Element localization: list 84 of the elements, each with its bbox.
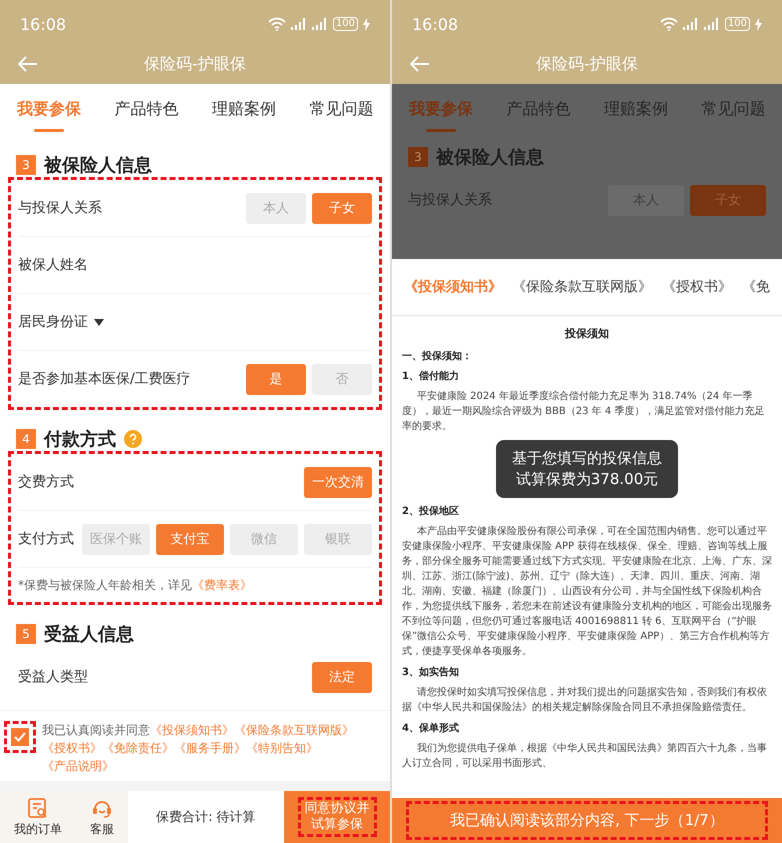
page-title: 保险码-护眼保: [143, 54, 247, 74]
document-link[interactable]: 《产品说明》: [42, 759, 114, 773]
option-button[interactable]: 是: [246, 364, 306, 394]
tab-label: 理赔案例: [602, 98, 669, 120]
tab-label: 产品特色: [505, 98, 572, 120]
tab[interactable]: 产品特色: [110, 88, 182, 132]
document-tab[interactable]: 《授权书》: [662, 278, 732, 296]
document-heading: 2、投保地区: [402, 504, 460, 518]
step-number: 4: [16, 428, 36, 448]
document-link[interactable]: 《服务手册》: [174, 741, 246, 755]
section-title: 受益人信息: [44, 622, 134, 646]
option-button[interactable]: 否: [312, 364, 372, 394]
wifi-icon: [268, 17, 286, 31]
field-label: 是否参加基本医保/工费医疗: [18, 370, 191, 388]
back-icon[interactable]: [18, 56, 38, 72]
battery-indicator: 100: [332, 17, 358, 31]
tab[interactable]: 我要参保: [12, 88, 85, 132]
document-heading: 3、如实告知: [402, 665, 460, 679]
signal-icon: [290, 18, 307, 30]
document-paragraph: 我们为您提供电子保单，根据《中华人民共和国民法典》第四百六十九条，当事人订立合同，可以采用书面形式、: [402, 742, 768, 771]
step-number: 3: [16, 154, 36, 174]
back-icon[interactable]: [410, 56, 430, 72]
field-label: 支付方式: [18, 530, 74, 548]
option-button[interactable]: 银联: [304, 524, 372, 554]
document-link[interactable]: 《授权书》: [42, 741, 102, 755]
premium-total: 保费合计: 待计算: [155, 809, 257, 827]
order-icon: [27, 796, 49, 818]
option-button[interactable]: 法定: [312, 662, 372, 692]
charging-icon: [363, 18, 370, 30]
battery-indicator: 100: [724, 17, 750, 31]
signal-icon: [682, 18, 699, 30]
document-tab[interactable]: 《免: [742, 278, 770, 296]
confirm-button[interactable]: 我已确认阅读该部分内容, 下一步（1/7）: [392, 798, 782, 843]
tab-label: 我要参保: [404, 88, 477, 132]
document-title: 投保须知: [564, 326, 610, 341]
document-tab[interactable]: 《投保须知书》: [404, 278, 502, 296]
tab[interactable]: 理赔案例: [208, 88, 280, 132]
bottom-action[interactable]: 客服: [90, 796, 114, 838]
option-button[interactable]: 本人: [246, 192, 306, 224]
fee-note: *保费与被保险人年龄相关，详见《费率表》: [18, 576, 252, 594]
field-label: 被保人姓名: [18, 256, 88, 274]
tab[interactable]: 常见问题: [305, 88, 378, 132]
signal-icon: [704, 18, 720, 30]
section-title: 被保险人信息: [44, 154, 152, 176]
field-label: 受益人类型: [18, 668, 88, 686]
dropdown-caret-icon[interactable]: [94, 318, 104, 326]
page-title: 保险码-护眼保: [535, 54, 639, 74]
status-time: 16:08: [412, 14, 458, 34]
document-heading: 4、保单形式: [402, 722, 460, 735]
field-label: 与投保人关系: [408, 191, 492, 209]
document-tab[interactable]: 《保险条款互联网版》: [512, 278, 652, 296]
option-button[interactable]: 微信: [230, 524, 298, 554]
document-paragraph: 本产品由平安健康保险股份有限公司承保，可在全国范围内销售。您可以通过平安健康保险小程序、平安健康保险 APP 获得在线核保、保全、理赔、咨询等线上服务，部分保全服务可能需要通过线下方式实现。平安健康险在北京、上海、广东、深圳、江苏、浙江(除宁波)、苏州、辽宁（除大连）、天津、四川、重庆、河南、湖北、湖南、安徽、福建（除厦门）、山西设有分公司，并与全国性线下保险机构合作，为您提供线下服务，若您未在前述设有健康险分支机构的地区，可能会出现服务不到位等问题，但您仍可通过客服电话 4001698811 转 6、互联网平台（“护眼保”微信公众号、平安健康保险小程序、平安健康保险 APP）、第三方合作机构等方式，便捷享受保单各项服务。: [402, 524, 772, 659]
toast-message: 基于您填写的投保信息 试算保费为378.00元: [496, 440, 678, 498]
step-number: 3: [408, 147, 428, 167]
section-title: 被保险人信息: [436, 146, 544, 169]
field-label: 与投保人关系: [18, 199, 102, 217]
document-link[interactable]: 《保险条款互联网版》: [234, 723, 354, 737]
bottom-action[interactable]: 我的订单: [14, 796, 62, 838]
document-heading: 一、投保须知：: [402, 350, 473, 363]
option-button[interactable]: 支付宝: [156, 524, 224, 554]
option-button[interactable]: 一次交清: [304, 466, 372, 498]
rate-table-link[interactable]: 《费率表》: [192, 578, 252, 592]
submit-button[interactable]: 同意协议并试算参保: [284, 791, 390, 843]
option-button[interactable]: 医保个账: [82, 524, 150, 554]
document-link[interactable]: 《免除责任》: [102, 741, 174, 755]
tab-label: 常见问题: [700, 98, 766, 120]
signal-icon: [312, 18, 328, 30]
wifi-icon: [660, 17, 678, 31]
document-paragraph: 平安健康险 2024 年最近季度综合偿付能力充足率为 318.74%（24 年一季度），最近一期风险综合评级为 BBB（23 年 4 季度），满足监管对偿付能力充足率的要求。: [402, 390, 766, 434]
document-heading: 1、偿付能力: [402, 370, 460, 383]
help-icon[interactable]: [124, 430, 142, 448]
document-link[interactable]: 《特别告知》: [246, 741, 318, 755]
status-time: 16:08: [20, 14, 66, 34]
document-link[interactable]: 《投保须知书》: [150, 723, 234, 737]
agreement-text: 我已认真阅读并同意《投保须知书》《保险条款互联网版》 《授权书》《免除责任》《服务手册》《特别告知》 《产品说明》: [42, 722, 355, 775]
step-number: 5: [16, 624, 36, 644]
field-label: 交费方式: [18, 473, 74, 491]
charging-icon: [755, 18, 762, 30]
agreement-checkbox[interactable]: [11, 728, 29, 746]
document-paragraph: 请您投保时如实填写投保信息，并对我们提出的问题据实告知，否则我们有权依据《中华人民共和国保险法》的相关规定解除保险合同且不承担保险赔偿责任。: [402, 686, 768, 715]
option-button[interactable]: 子女: [312, 192, 372, 224]
section-title: 付款方式: [44, 428, 116, 450]
id-type-dropdown[interactable]: 居民身份证: [18, 313, 88, 331]
